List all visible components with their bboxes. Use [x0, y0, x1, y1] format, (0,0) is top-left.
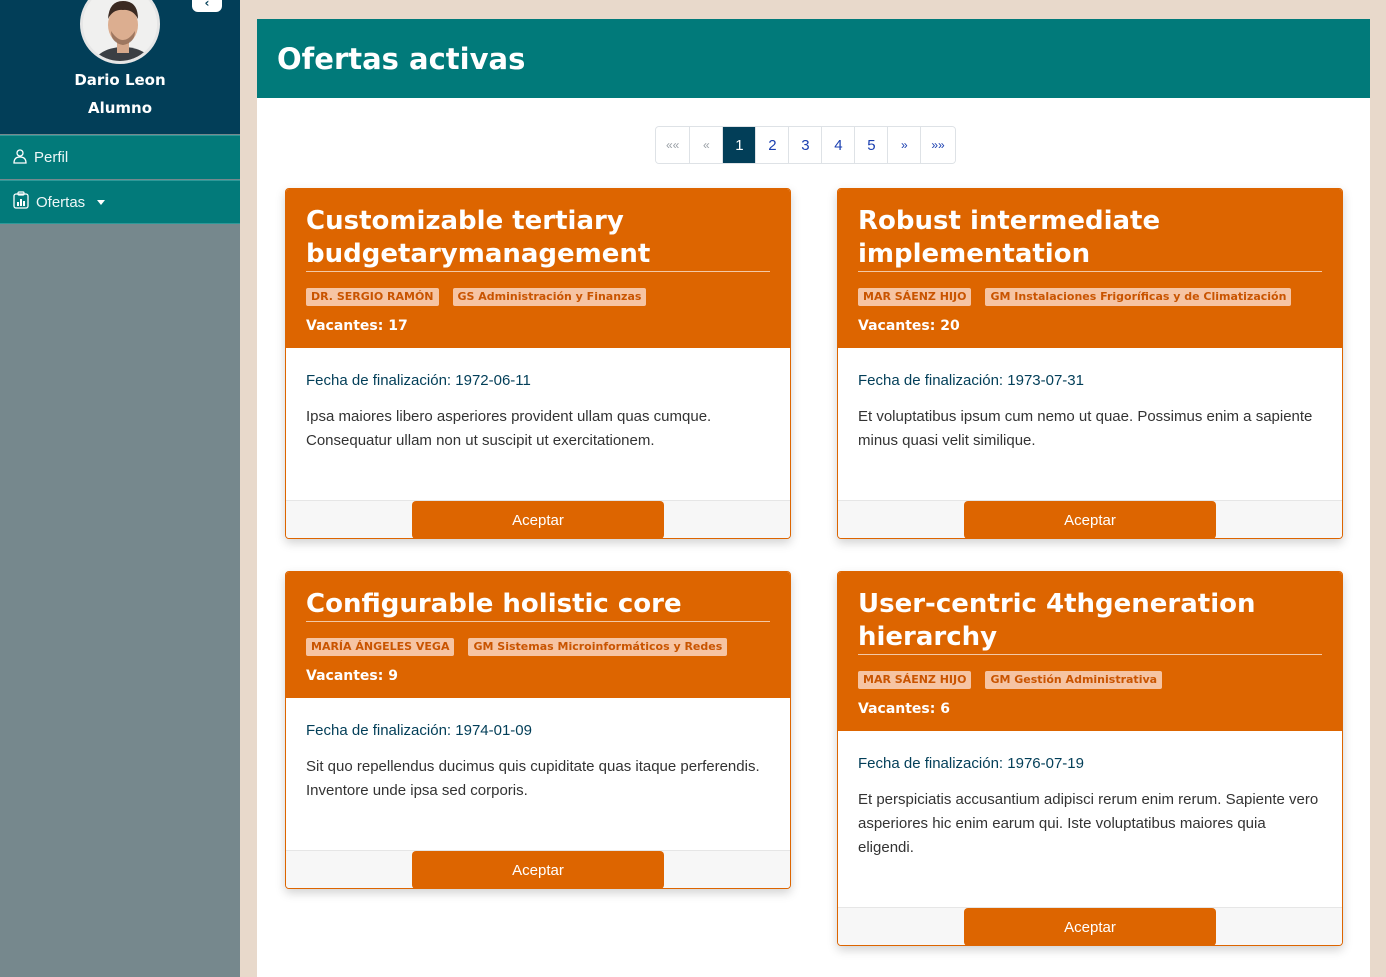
- offer-card-header: Configurable holistic core MARÍA ÁNGELES…: [286, 572, 790, 698]
- end-date: Fecha de finalización: 1976-07-19: [858, 755, 1084, 772]
- sidebar-toggle-button[interactable]: ‹: [192, 0, 222, 12]
- panel-header: Ofertas activas: [257, 19, 1370, 98]
- clipboard-chart-icon: [12, 191, 30, 213]
- pagination-page-4[interactable]: 4: [821, 127, 855, 163]
- sidebar-item-label: Ofertas: [36, 193, 86, 211]
- accept-button[interactable]: Aceptar: [964, 908, 1216, 945]
- offer-card-body: Fecha de finalización: 1972-06-11 Ipsa m…: [286, 348, 790, 453]
- offer-description: Ipsa maiores libero asperiores provident…: [306, 408, 712, 449]
- offer-card-body: Fecha de finalización: 1976-07-19 Et per…: [838, 731, 1342, 860]
- avatar: [80, 0, 160, 64]
- end-date: Fecha de finalización: 1972-06-11: [306, 372, 531, 389]
- offer-card-body: Fecha de finalización: 1973-07-31 Et vol…: [838, 348, 1342, 453]
- sidebar-profile-header: ‹ Dario Leon Alumno: [0, 0, 240, 134]
- tutor-badge: MAR SÁENZ HIJO: [858, 288, 972, 306]
- course-badge: GS Administración y Finanzas: [452, 288, 647, 306]
- offer-card: Configurable holistic core MARÍA ÁNGELES…: [285, 571, 791, 889]
- offer-description: Et perspiciatis accusantium adipisci rer…: [858, 791, 1319, 856]
- course-badge: GM Sistemas Microinformáticos y Redes: [468, 638, 728, 656]
- offer-title: User-centric 4thgeneration hierarchy: [858, 588, 1322, 655]
- sidebar-item-label: Perfil: [34, 149, 69, 166]
- vacancies-count: Vacantes: 6: [858, 701, 950, 717]
- offer-card: User-centric 4thgeneration hierarchy MAR…: [837, 571, 1343, 946]
- page-title: Ofertas activas: [277, 41, 526, 76]
- pagination-page-5[interactable]: 5: [854, 127, 888, 163]
- offer-card-header: Customizable tertiary budgetarymanagemen…: [286, 189, 790, 348]
- pagination-page-3[interactable]: 3: [788, 127, 822, 163]
- vacancies-count: Vacantes: 17: [306, 318, 408, 334]
- sidebar-item-perfil[interactable]: Perfil: [0, 135, 240, 179]
- offer-card-footer: Aceptar: [838, 907, 1342, 945]
- tutor-badge: MAR SÁENZ HIJO: [858, 671, 972, 689]
- end-date: Fecha de finalización: 1974-01-09: [306, 722, 532, 739]
- pagination-prev-button[interactable]: «: [689, 127, 723, 163]
- sidebar: ‹ Dario Leon Alumno Perfil Ofertas: [0, 0, 240, 977]
- tutor-badge: MARÍA ÁNGELES VEGA: [306, 638, 455, 656]
- accept-button[interactable]: Aceptar: [964, 501, 1216, 538]
- offer-description: Et voluptatibus ipsum cum nemo ut quae. …: [858, 408, 1313, 449]
- offer-card-footer: Aceptar: [286, 500, 790, 538]
- offer-title: Customizable tertiary budgetarymanagemen…: [306, 205, 770, 272]
- offer-card-body: Fecha de finalización: 1974-01-09 Sit qu…: [286, 698, 790, 803]
- tutor-badge: DR. SERGIO RAMÓN: [306, 288, 439, 306]
- pagination: «« « 1 2 3 4 5 » »»: [655, 126, 956, 164]
- user-role: Alumno: [87, 99, 153, 117]
- user-name: Dario Leon: [74, 71, 166, 89]
- offer-title: Robust intermediate implementation: [858, 205, 1322, 272]
- offers-panel: Ofertas activas «« « 1 2 3 4 5 » »» Cust…: [257, 19, 1370, 977]
- offer-card: Robust intermediate implementation MAR S…: [837, 188, 1343, 539]
- offer-card: Customizable tertiary budgetarymanagemen…: [285, 188, 791, 539]
- pagination-page-2[interactable]: 2: [755, 127, 789, 163]
- offer-card-footer: Aceptar: [838, 500, 1342, 538]
- offer-card-footer: Aceptar: [286, 850, 790, 888]
- end-date: Fecha de finalización: 1973-07-31: [858, 372, 1084, 389]
- accept-button[interactable]: Aceptar: [412, 851, 664, 888]
- accept-button[interactable]: Aceptar: [412, 501, 664, 538]
- course-badge: GM Instalaciones Frigoríficas y de Clima…: [985, 288, 1292, 306]
- offer-description: Sit quo repellendus ducimus quis cupidit…: [306, 758, 760, 799]
- vacancies-count: Vacantes: 20: [858, 318, 960, 334]
- course-badge: GM Gestión Administrativa: [985, 671, 1163, 689]
- pagination-next-button[interactable]: »: [887, 127, 921, 163]
- chevron-down-icon: [97, 199, 106, 205]
- pagination-last-button[interactable]: »»: [920, 127, 955, 163]
- sidebar-item-ofertas[interactable]: Ofertas: [0, 180, 240, 224]
- pagination-first-button[interactable]: ««: [656, 127, 690, 163]
- offer-card-header: Robust intermediate implementation MAR S…: [838, 189, 1342, 348]
- person-icon: [12, 148, 28, 168]
- offer-title: Configurable holistic core: [306, 588, 770, 622]
- offer-card-header: User-centric 4thgeneration hierarchy MAR…: [838, 572, 1342, 731]
- pagination-page-1[interactable]: 1: [722, 127, 756, 163]
- vacancies-count: Vacantes: 9: [306, 668, 398, 684]
